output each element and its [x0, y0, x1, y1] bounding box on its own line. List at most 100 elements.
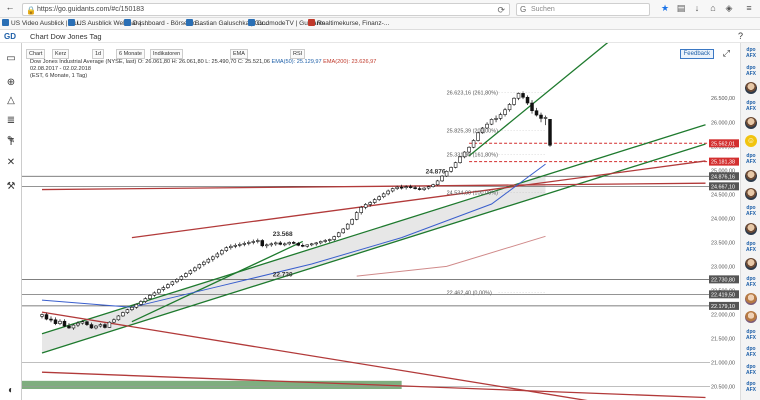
rsi-button[interactable]: RSI	[290, 49, 306, 59]
candle	[413, 187, 417, 189]
help-icon[interactable]: ?	[738, 31, 743, 41]
candle	[521, 93, 525, 98]
author-avatar[interactable]	[745, 258, 757, 271]
candle	[292, 242, 296, 244]
candle	[548, 119, 552, 146]
candle-style-button[interactable]: Kerz	[52, 49, 70, 59]
candle	[49, 318, 53, 321]
candle	[71, 324, 76, 329]
news-source-badge[interactable]: dpo AFX	[743, 47, 759, 60]
candle	[422, 187, 426, 190]
news-source-badge[interactable]: dpo AFX	[743, 205, 759, 218]
price-tag-label: 25.562,01	[711, 141, 735, 147]
candle	[534, 110, 539, 116]
author-avatar[interactable]	[745, 117, 757, 130]
reload-icon[interactable]: ⟳	[497, 5, 505, 16]
candle	[53, 319, 58, 324]
fibonacci-icon[interactable]: ≣	[3, 113, 19, 129]
candle	[166, 284, 170, 288]
address-bar[interactable]: 🔒 https://go.guidants.com/#c/150183 ⟳	[22, 3, 510, 16]
fibonacci-label: 25.825,39 (200,00%)	[447, 129, 499, 135]
shield-icon[interactable]: ◈	[722, 3, 736, 14]
chart-date-range: 02.08.2017 - 02.02.2018	[30, 66, 91, 72]
candle	[314, 242, 318, 245]
candle	[143, 298, 148, 302]
news-source-badge[interactable]: dpo AFX	[743, 364, 759, 377]
text-icon[interactable]: T	[3, 135, 19, 151]
theme-toggle-icon[interactable]: ◐	[3, 383, 19, 399]
price-chart[interactable]: 26.623,16 (261,80%) 25.825,39 (200,00%) 25…	[22, 43, 740, 400]
reading-list-icon[interactable]: ▤	[674, 3, 688, 14]
candle	[256, 240, 260, 242]
author-avatar[interactable]	[745, 82, 757, 95]
download-icon[interactable]: ↓	[690, 3, 704, 13]
candle	[453, 162, 458, 168]
candle	[220, 250, 224, 255]
triangle-icon[interactable]: △	[3, 93, 19, 109]
news-source-badge[interactable]: dpo AFX	[743, 276, 759, 289]
candle	[327, 239, 332, 241]
price-tag-label: 22.179,10	[711, 304, 735, 310]
drawing-toolbar: ▭ ⊕ △ ≣ ✎ T ✕ ⚒ ◐	[0, 43, 22, 400]
smiley-icon[interactable]: ☺	[745, 135, 757, 147]
layout-icon[interactable]: ▭	[3, 51, 19, 67]
candle	[494, 118, 498, 120]
feedback-button[interactable]: Feedback	[679, 49, 714, 59]
crosshair-icon[interactable]: ⊕	[3, 75, 19, 91]
url-text: https://go.guidants.com/#c/150183	[37, 6, 145, 13]
news-source-badge[interactable]: dpo AFX	[743, 346, 759, 359]
search-input[interactable]: Suchen	[531, 6, 555, 13]
home-icon[interactable]: ⌂	[706, 3, 720, 13]
candle	[139, 301, 143, 305]
ema50-label: EMA(50): 25.129,97	[271, 59, 322, 65]
bookmark-6[interactable]: Realtimekurse, Finanz-...	[308, 19, 389, 29]
candle	[449, 167, 453, 172]
bookmark-favicon	[186, 19, 193, 26]
news-source-badge[interactable]: dpo AFX	[743, 381, 759, 394]
candle	[233, 244, 238, 247]
price-tag-label: 24.876,16	[711, 174, 735, 180]
candle	[354, 212, 359, 220]
fullscreen-icon[interactable]: ⤢	[723, 48, 730, 59]
indicators-button[interactable]: Indikatoren	[150, 49, 184, 59]
trendline[interactable]	[41, 143, 706, 354]
bookmark-favicon	[124, 19, 131, 26]
price-annotation: 22.730	[273, 271, 293, 278]
candle	[206, 258, 211, 263]
author-avatar[interactable]	[745, 293, 757, 306]
interval-button[interactable]: 1d	[92, 49, 105, 59]
y-axis-tick-label: 23.000,00	[711, 264, 735, 270]
delete-drawings-icon[interactable]: ✕	[3, 155, 19, 171]
y-axis-tick-label: 26.500,00	[711, 96, 735, 102]
guidants-logo[interactable]: GD	[4, 32, 16, 41]
author-avatar[interactable]	[745, 223, 757, 235]
candle	[377, 196, 381, 200]
author-avatar[interactable]	[745, 187, 757, 200]
candle	[67, 325, 71, 329]
news-source-badge[interactable]: dpo AFX	[743, 65, 759, 78]
trendline[interactable]	[468, 43, 705, 157]
chart-panel[interactable]: 26.623,16 (261,80%) 25.825,39 (200,00%) 25…	[22, 43, 740, 400]
candle	[467, 146, 471, 153]
bookmark-label: Realtimekurse, Finanz-...	[317, 20, 390, 27]
author-avatar[interactable]	[745, 170, 757, 183]
candle	[121, 312, 125, 317]
search-box[interactable]: G Suchen	[516, 3, 650, 16]
chart-type-button[interactable]: Chart	[26, 49, 46, 59]
news-source-badge[interactable]: dpo AFX	[743, 329, 759, 342]
candle	[359, 207, 363, 213]
back-icon[interactable]: ←	[3, 2, 17, 12]
bookmark-star-icon[interactable]: ★	[658, 3, 672, 14]
candle	[85, 321, 89, 325]
range-button[interactable]: 6 Monate	[116, 49, 145, 59]
ema-button[interactable]: EMA	[230, 49, 248, 59]
news-source-badge[interactable]: dpo AFX	[743, 241, 759, 254]
page-title: Chart Dow Jones Tag	[30, 32, 102, 41]
news-source-badge[interactable]: dpo AFX	[743, 100, 759, 113]
author-avatar[interactable]	[745, 311, 757, 323]
menu-icon[interactable]: ≡	[742, 3, 756, 13]
news-source-badge[interactable]: dpo AFX	[743, 153, 759, 166]
app-header: GD Chart Dow Jones Tag ?	[0, 30, 760, 43]
candle	[215, 253, 220, 258]
tools-icon[interactable]: ⚒	[3, 179, 19, 195]
